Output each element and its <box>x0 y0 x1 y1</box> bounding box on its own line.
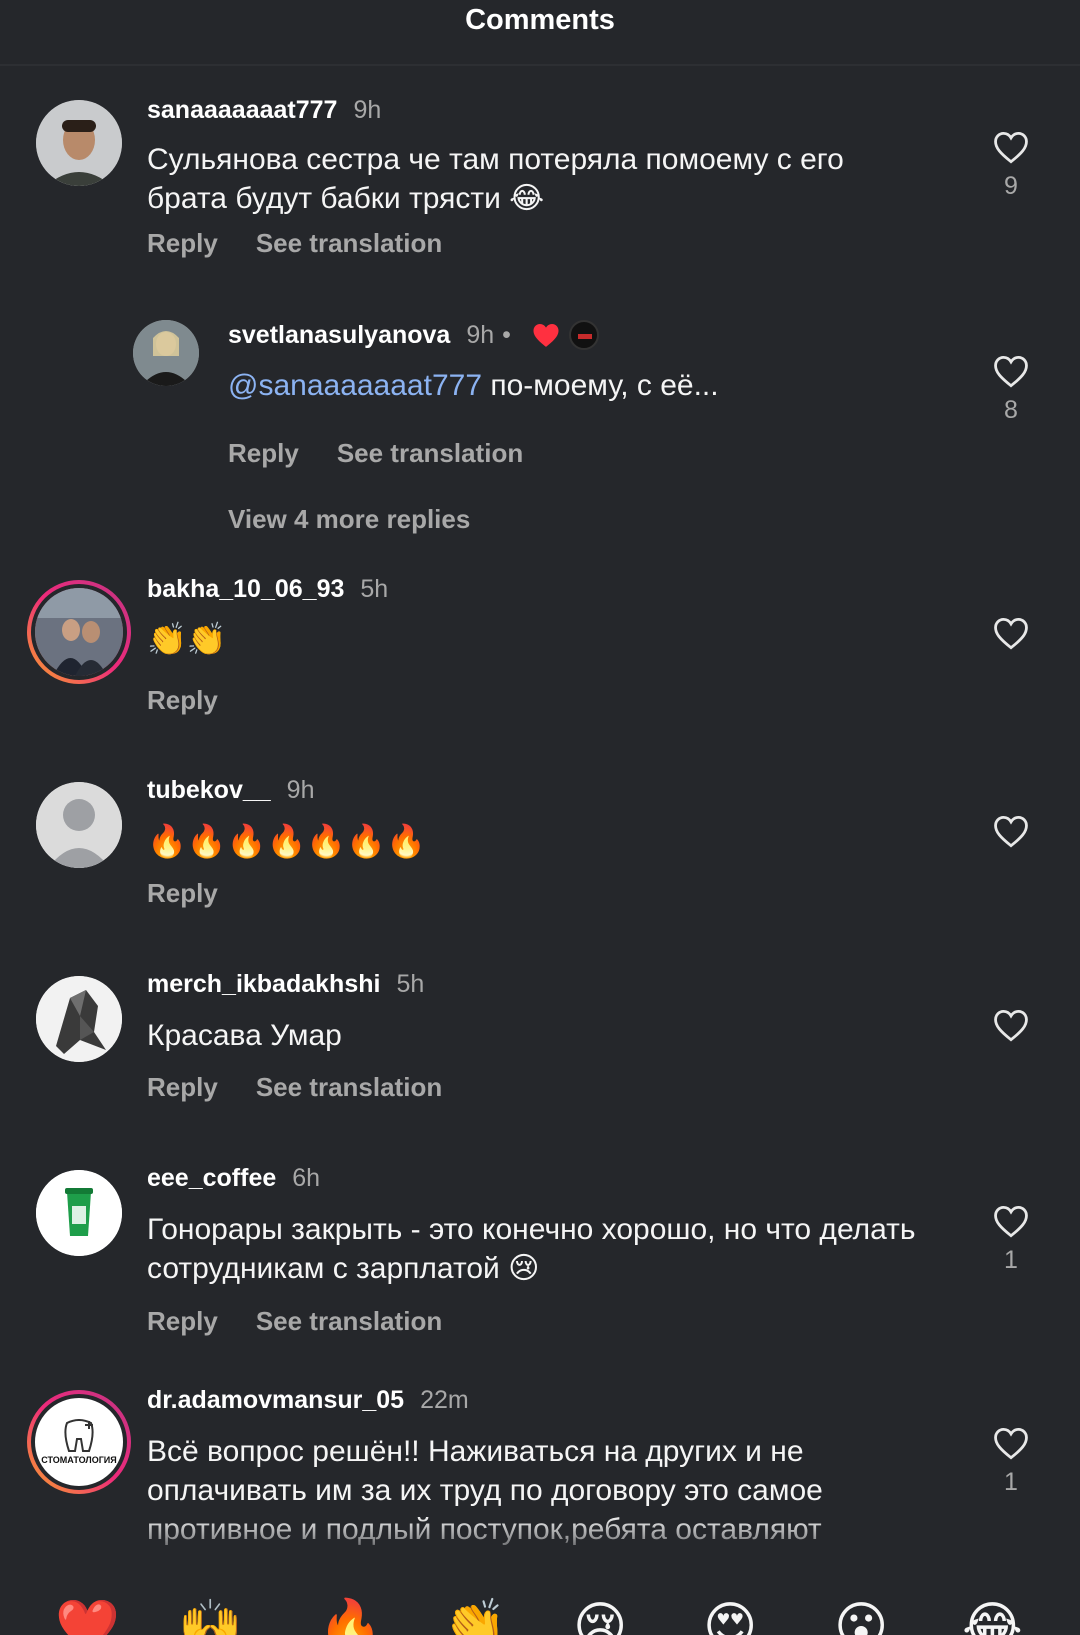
header-divider <box>0 64 1080 66</box>
reaction-surprised-button[interactable]: 😮 <box>834 1597 894 1635</box>
avatar[interactable] <box>36 100 122 186</box>
prime-badge-icon <box>568 320 599 350</box>
comment-text: Красава Умар <box>147 1019 342 1052</box>
like-button[interactable] <box>986 1008 1036 1042</box>
username[interactable]: svetlanasulyanova <box>228 321 450 350</box>
heart-outline-icon <box>994 1010 1028 1042</box>
comment-text: Гонорары закрыть - это конечно хорошо, н… <box>147 1213 916 1285</box>
scroll-fade <box>0 1515 1080 1585</box>
reaction-raised-hands-button[interactable]: 🙌 <box>178 1597 243 1635</box>
avatar-story-ring[interactable]: СТОМАТОЛОГИЯ <box>27 1390 131 1494</box>
reaction-cry-button[interactable]: 😢 <box>573 1597 633 1635</box>
see-translation-button[interactable]: See translation <box>256 1306 442 1337</box>
like-count: 9 <box>1004 172 1018 200</box>
quick-reaction-bar: ❤️ 🙌 🔥 👏 😢 😍 😮 😂 <box>0 1585 1080 1635</box>
avatar[interactable] <box>133 320 199 386</box>
like-count: 1 <box>1004 1246 1018 1274</box>
like-button[interactable]: 9 <box>986 130 1036 201</box>
like-button[interactable]: 1 <box>986 1426 1036 1497</box>
heart-outline-icon <box>994 618 1028 650</box>
reaction-laugh-button[interactable]: 😂 <box>962 1597 1023 1635</box>
reply-button[interactable]: Reply <box>147 1306 218 1337</box>
view-more-replies-button[interactable]: View 4 more replies <box>228 504 470 535</box>
reaction-heart-eyes-button[interactable]: 😍 <box>703 1597 763 1635</box>
comment-time: 9h <box>353 96 382 124</box>
see-translation-button[interactable]: See translation <box>337 438 523 469</box>
like-count: 8 <box>1004 396 1018 424</box>
username[interactable]: tubekov__ <box>147 776 271 805</box>
reply-button[interactable]: Reply <box>228 438 299 469</box>
see-translation-button[interactable]: See translation <box>256 228 442 259</box>
comments-header: Comments <box>0 0 1080 44</box>
heart-outline-icon <box>994 1428 1028 1460</box>
comment-text: Сульянова сестра че там потеряла помоему… <box>147 143 844 215</box>
reply-button[interactable]: Reply <box>147 878 218 909</box>
tooth-logo-icon <box>64 1419 94 1452</box>
username[interactable]: dr.adamovmansur_05 <box>147 1386 404 1415</box>
heart-outline-icon <box>994 356 1028 388</box>
comment-text: 👏👏 <box>147 621 227 657</box>
comment-text: 🔥🔥🔥🔥🔥🔥🔥 <box>147 823 426 859</box>
username[interactable]: bakha_10_06_93 <box>147 575 344 604</box>
comment-time: 6h <box>292 1164 321 1192</box>
creator-liked-heart-icon <box>533 324 559 347</box>
avatar[interactable] <box>36 976 122 1062</box>
mention-link[interactable]: @sanaaaaaaat777 <box>228 369 482 402</box>
page-title: Comments <box>465 4 615 36</box>
comment-time: 5h <box>360 575 389 603</box>
heart-outline-icon <box>994 1206 1028 1238</box>
reaction-heart-button[interactable]: ❤️ <box>55 1597 120 1635</box>
reaction-clap-button[interactable]: 👏 <box>442 1597 507 1635</box>
like-button[interactable]: 1 <box>986 1204 1036 1275</box>
like-count: 1 <box>1004 1468 1018 1496</box>
comment-text: @sanaaaaaaat777 по-моему, с её... <box>228 366 928 405</box>
see-translation-button[interactable]: See translation <box>256 1072 442 1103</box>
default-avatar-icon[interactable] <box>36 782 122 868</box>
comment-time: 22m <box>420 1386 469 1414</box>
reaction-fire-button[interactable]: 🔥 <box>318 1597 383 1635</box>
reply-button[interactable]: Reply <box>147 1072 218 1103</box>
reply-button[interactable]: Reply <box>147 228 218 259</box>
username[interactable]: sanaaaaaaat777 <box>147 96 337 125</box>
username[interactable]: merch_ikbadakhshi <box>147 970 380 999</box>
reply-button[interactable]: Reply <box>147 685 218 716</box>
like-button[interactable]: 8 <box>986 354 1036 425</box>
comment-time: 9h <box>466 320 495 349</box>
reply-text: по-моему, с её... <box>482 369 719 402</box>
comment-time: 5h <box>396 970 425 998</box>
like-button[interactable] <box>986 616 1036 650</box>
avatar-story-ring[interactable] <box>27 580 131 684</box>
heart-outline-icon <box>994 816 1028 848</box>
username[interactable]: eee_coffee <box>147 1164 276 1193</box>
heart-outline-icon <box>994 132 1028 164</box>
avatar-logo-text: СТОМАТОЛОГИЯ <box>41 1455 117 1465</box>
avatar[interactable] <box>36 1170 122 1256</box>
like-button[interactable] <box>986 814 1036 848</box>
comment-time: 9h <box>286 776 315 804</box>
separator-dot: • <box>502 320 511 349</box>
